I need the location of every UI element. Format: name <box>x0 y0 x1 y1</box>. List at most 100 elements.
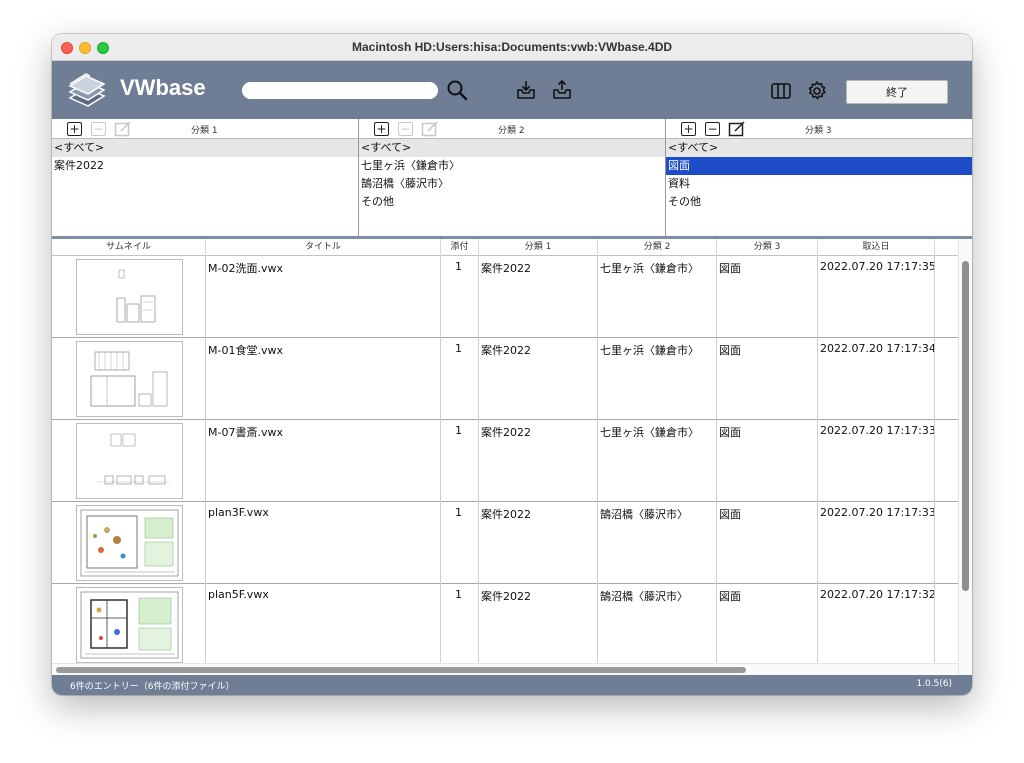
close-window-button[interactable] <box>61 42 73 54</box>
column-header-thumbnail[interactable]: サムネイル <box>52 239 206 256</box>
table-header: サムネイル タイトル 添付 分類 1 分類 2 分類 3 取込日 <box>52 239 958 256</box>
category-2-item[interactable]: その他 <box>359 193 665 211</box>
tray-download-icon[interactable] <box>515 79 537 101</box>
app-logo-icon <box>66 70 106 110</box>
category-3-cell: 図面 <box>717 256 818 338</box>
thumbnail-image <box>76 505 183 581</box>
column-header-attach[interactable]: 添付 <box>441 239 479 256</box>
entries-table: サムネイル タイトル 添付 分類 1 分類 2 分類 3 取込日 M-02洗面.… <box>52 239 972 675</box>
thumbnail-cell <box>52 584 206 666</box>
minimize-window-button[interactable] <box>79 42 91 54</box>
category-1-header: + − 分類 1 <box>52 119 358 139</box>
category-3-cell: 図面 <box>717 420 818 502</box>
title-cell: M-07書斎.vwx <box>206 420 441 502</box>
toolbar: VWbase 終了 <box>52 61 972 119</box>
category-2-cell: 七里ヶ浜〈鎌倉市〉 <box>598 338 717 420</box>
version-label: 1.0.5(6) <box>916 679 952 689</box>
entry-count: 6件のエントリー（6件の添付ファイル） <box>70 682 235 692</box>
category-1-list: <すべて> 案件2022 <box>52 139 358 175</box>
edit-category-3-icon[interactable] <box>728 121 746 137</box>
category-2-cell: 鵠沼橋〈藤沢市〉 <box>598 502 717 584</box>
quit-button[interactable]: 終了 <box>846 80 948 104</box>
attach-cell: 1 <box>441 502 479 584</box>
gear-icon[interactable] <box>806 80 828 102</box>
status-bar: 6件のエントリー（6件の添付ファイル） 1.0.5(6) <box>52 675 972 695</box>
category-2-title: 分類 2 <box>498 126 525 136</box>
table-row[interactable]: plan3F.vwx 1 案件2022 鵠沼橋〈藤沢市〉 図面 2022.07.… <box>52 502 958 584</box>
category-1-cell: 案件2022 <box>479 338 598 420</box>
category-3-item-selected[interactable]: 図面 <box>666 157 972 175</box>
category-2-item[interactable]: 七里ヶ浜〈鎌倉市〉 <box>359 157 665 175</box>
category-pane-1: + − 分類 1 <すべて> 案件2022 <box>52 119 359 237</box>
import-date-cell: 2022.07.20 17:17:33 <box>818 420 935 502</box>
category-1-cell: 案件2022 <box>479 420 598 502</box>
category-3-title: 分類 3 <box>805 126 832 136</box>
app-window: Macintosh HD:Users:hisa:Documents:vwb:VW… <box>52 34 972 695</box>
remove-category-1-button[interactable]: − <box>91 122 106 136</box>
category-3-item[interactable]: その他 <box>666 193 972 211</box>
category-2-all[interactable]: <すべて> <box>359 139 665 157</box>
category-3-cell: 図面 <box>717 502 818 584</box>
attach-cell: 1 <box>441 584 479 666</box>
attach-cell: 1 <box>441 338 479 420</box>
column-header-import-date[interactable]: 取込日 <box>818 239 935 256</box>
category-2-header: + − 分類 2 <box>359 119 665 139</box>
category-1-cell: 案件2022 <box>479 502 598 584</box>
column-header-category-3[interactable]: 分類 3 <box>717 239 818 256</box>
magnifier-icon[interactable] <box>446 79 468 101</box>
horizontal-scroll-thumb[interactable] <box>56 667 746 673</box>
column-header-category-1[interactable]: 分類 1 <box>479 239 598 256</box>
thumbnail-cell <box>52 256 206 338</box>
category-2-cell: 七里ヶ浜〈鎌倉市〉 <box>598 420 717 502</box>
category-2-item[interactable]: 鵠沼橋〈藤沢市〉 <box>359 175 665 193</box>
table-row[interactable]: plan5F.vwx 1 案件2022 鵠沼橋〈藤沢市〉 図面 2022.07.… <box>52 584 958 666</box>
search-input[interactable] <box>242 82 438 99</box>
category-3-item[interactable]: 資料 <box>666 175 972 193</box>
table-row[interactable]: M-01食堂.vwx 1 案件2022 七里ヶ浜〈鎌倉市〉 図面 2022.07… <box>52 338 958 420</box>
attach-cell: 1 <box>441 420 479 502</box>
category-3-list: <すべて> 図面 資料 その他 <box>666 139 972 211</box>
import-date-cell: 2022.07.20 17:17:35 <box>818 256 935 338</box>
vertical-scroll-thumb[interactable] <box>962 261 969 591</box>
thumbnail-image <box>76 423 183 499</box>
thumbnail-cell <box>52 502 206 584</box>
category-3-all[interactable]: <すべて> <box>666 139 972 157</box>
remove-category-3-button[interactable]: − <box>705 122 720 136</box>
import-date-cell: 2022.07.20 17:17:32 <box>818 584 935 666</box>
category-pane-3: + − 分類 3 <すべて> 図面 資料 その他 <box>666 119 972 237</box>
tray-upload-icon[interactable] <box>551 79 573 101</box>
category-1-all[interactable]: <すべて> <box>52 139 358 157</box>
column-header-title[interactable]: タイトル <box>206 239 441 256</box>
import-date-cell: 2022.07.20 17:17:34 <box>818 338 935 420</box>
thumbnail-image <box>76 259 183 335</box>
add-category-1-button[interactable]: + <box>67 122 82 136</box>
app-name: VWbase <box>120 75 206 100</box>
thumbnail-cell <box>52 420 206 502</box>
vertical-scrollbar[interactable] <box>958 239 972 675</box>
column-header-category-2[interactable]: 分類 2 <box>598 239 717 256</box>
category-1-item[interactable]: 案件2022 <box>52 157 358 175</box>
table-row[interactable]: M-07書斎.vwx 1 案件2022 七里ヶ浜〈鎌倉市〉 図面 2022.07… <box>52 420 958 502</box>
category-3-cell: 図面 <box>717 584 818 666</box>
import-date-cell: 2022.07.20 17:17:33 <box>818 502 935 584</box>
title-bar: Macintosh HD:Users:hisa:Documents:vwb:VW… <box>52 34 972 61</box>
remove-category-2-button[interactable]: − <box>398 122 413 136</box>
thumbnail-image <box>76 587 183 663</box>
category-3-header: + − 分類 3 <box>666 119 972 139</box>
add-category-2-button[interactable]: + <box>374 122 389 136</box>
edit-category-2-icon[interactable] <box>421 121 439 137</box>
thumbnail-image <box>76 341 183 417</box>
table-row[interactable]: M-02洗面.vwx 1 案件2022 七里ヶ浜〈鎌倉市〉 図面 2022.07… <box>52 256 958 338</box>
edit-category-1-icon[interactable] <box>114 121 132 137</box>
category-2-cell: 鵠沼橋〈藤沢市〉 <box>598 584 717 666</box>
category-1-cell: 案件2022 <box>479 256 598 338</box>
horizontal-scrollbar[interactable] <box>52 663 958 675</box>
attach-cell: 1 <box>441 256 479 338</box>
title-cell: plan5F.vwx <box>206 584 441 666</box>
category-2-list: <すべて> 七里ヶ浜〈鎌倉市〉 鵠沼橋〈藤沢市〉 その他 <box>359 139 665 211</box>
add-category-3-button[interactable]: + <box>681 122 696 136</box>
category-1-cell: 案件2022 <box>479 584 598 666</box>
columns-icon[interactable] <box>770 80 792 102</box>
thumbnail-cell <box>52 338 206 420</box>
zoom-window-button[interactable] <box>97 42 109 54</box>
